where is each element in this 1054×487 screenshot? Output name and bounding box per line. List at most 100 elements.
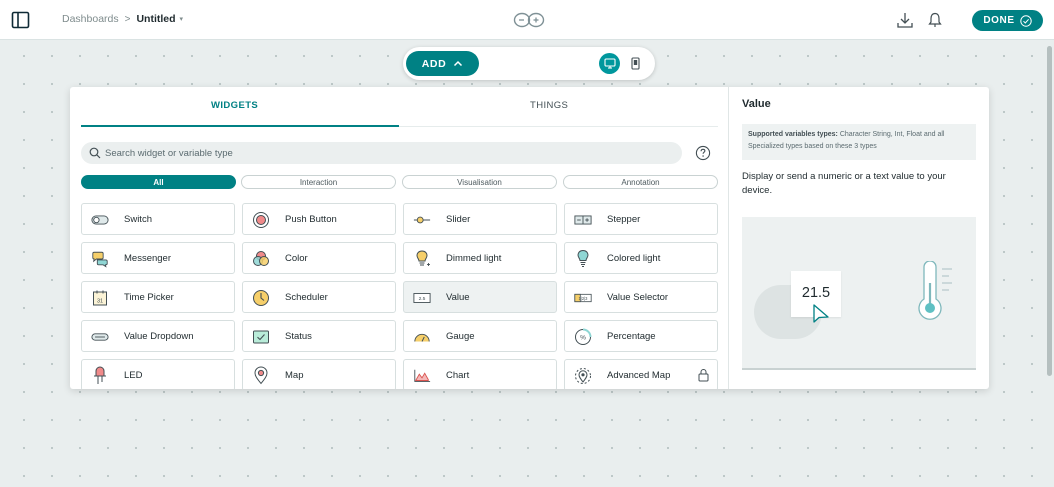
widget-card-value[interactable]: 2.5 Value	[403, 281, 557, 313]
scrollbar-thumb[interactable]	[1047, 46, 1052, 376]
check-circle-icon	[1019, 14, 1032, 27]
widget-label: Slider	[446, 214, 471, 225]
tab-things[interactable]: THINGS	[530, 100, 568, 111]
done-button[interactable]: DONE	[972, 10, 1043, 31]
widget-label: Gauge	[446, 331, 475, 342]
download-icon[interactable]	[896, 11, 914, 29]
filter-interaction[interactable]: Interaction	[241, 175, 396, 189]
widget-label: LED	[124, 370, 143, 381]
widget-card-messenger[interactable]: Messenger	[81, 242, 235, 274]
widget-card-dimmed-light[interactable]: Dimmed light	[403, 242, 557, 274]
top-bar: Dashboards > Untitled ▾ DONE	[0, 0, 1054, 40]
status-icon	[252, 328, 270, 345]
detail-description: Display or send a numeric or a text valu…	[742, 171, 946, 196]
widget-label: Status	[285, 331, 312, 342]
time-picker-icon: 31	[91, 289, 109, 306]
widget-card-push-button[interactable]: Push Button	[242, 203, 396, 235]
filter-all[interactable]: All	[81, 175, 236, 189]
widget-card-colored-light[interactable]: Colored light	[564, 242, 718, 274]
notification-bell-icon[interactable]	[926, 11, 944, 29]
desktop-icon	[603, 58, 616, 69]
widget-card-advanced-map[interactable]: Advanced Map	[564, 359, 718, 389]
add-widget-panel: WIDGETS THINGS All Interaction Visualisa…	[70, 87, 989, 389]
active-tab-indicator	[81, 125, 399, 127]
arduino-logo-icon	[513, 12, 545, 28]
widget-card-gauge[interactable]: Gauge	[403, 320, 557, 352]
add-toolbar: ADD	[403, 47, 655, 80]
widget-card-chart[interactable]: Chart	[403, 359, 557, 389]
widget-card-led[interactable]: LED	[81, 359, 235, 389]
desktop-view-toggle[interactable]	[599, 53, 620, 74]
push-button-icon	[252, 211, 270, 228]
canvas-scrollbar[interactable]	[1044, 40, 1054, 487]
mobile-view-toggle[interactable]	[625, 53, 646, 74]
widget-card-switch[interactable]: Switch	[81, 203, 235, 235]
percentage-icon: %	[574, 328, 592, 345]
dimmed-light-icon	[413, 250, 431, 267]
done-label: DONE	[983, 15, 1015, 26]
dashboard-name-dropdown[interactable]: Untitled ▾	[136, 13, 183, 25]
messenger-icon	[91, 250, 109, 268]
breadcrumb-separator: >	[124, 13, 131, 25]
filter-visualisation[interactable]: Visualisation	[402, 175, 557, 189]
widget-card-slider[interactable]: Slider	[403, 203, 557, 235]
widget-browser: WIDGETS THINGS All Interaction Visualisa…	[70, 87, 728, 389]
supported-types-label: Supported variables types:	[748, 131, 838, 138]
help-icon[interactable]	[695, 145, 711, 161]
widget-label: Switch	[124, 214, 152, 225]
dashboard-name: Untitled	[136, 13, 176, 25]
widget-label: Push Button	[285, 214, 337, 225]
switch-icon	[91, 211, 109, 228]
search-input[interactable]	[105, 144, 665, 162]
advanced-map-icon	[574, 367, 592, 384]
led-icon	[91, 366, 109, 384]
percentage-icon-text: %	[580, 334, 586, 341]
widget-card-value-dropdown[interactable]: Value Dropdown	[81, 320, 235, 352]
value-dropdown-icon	[91, 328, 109, 345]
caret-down-icon: ▾	[179, 16, 184, 23]
widget-detail-pane: Value Supported variables types: Charact…	[728, 87, 989, 389]
widget-label: Advanced Map	[607, 370, 671, 381]
widget-card-stepper[interactable]: Stepper	[564, 203, 718, 235]
map-pin-icon	[252, 366, 270, 385]
stepper-icon	[574, 211, 592, 228]
preview-value: 21.5	[801, 285, 831, 301]
value-icon: 2.5	[413, 289, 431, 306]
slider-icon	[413, 211, 431, 228]
add-button[interactable]: ADD	[406, 51, 479, 76]
widget-card-time-picker[interactable]: 31 Time Picker	[81, 281, 235, 313]
value-selector-icon-text: 1|2|3	[579, 295, 589, 300]
thermometer-icon	[918, 261, 952, 320]
cursor-arrow-icon	[813, 304, 829, 323]
widget-card-value-selector[interactable]: 1|2|3 Value Selector	[564, 281, 718, 313]
sidebar-toggle-icon[interactable]	[11, 11, 30, 29]
time-picker-icon-text: 31	[97, 298, 103, 304]
widget-card-map[interactable]: Map	[242, 359, 396, 389]
lock-icon	[698, 369, 709, 382]
breadcrumb: Dashboards > Untitled ▾	[62, 13, 183, 25]
widget-card-status[interactable]: Status	[242, 320, 396, 352]
widget-label: Map	[285, 370, 304, 381]
widget-label: Dimmed light	[446, 253, 502, 264]
widget-label: Chart	[446, 370, 470, 381]
mobile-icon	[631, 57, 640, 70]
widget-label: Color	[285, 253, 308, 264]
widget-card-color[interactable]: Color	[242, 242, 396, 274]
widget-label: Time Picker	[124, 292, 174, 303]
widget-label: Value Dropdown	[124, 331, 194, 342]
search-bar[interactable]	[81, 142, 682, 164]
color-icon	[252, 250, 270, 267]
panel-tabs: WIDGETS THINGS	[81, 87, 718, 127]
widget-label: Scheduler	[285, 292, 328, 303]
supported-types-box: Supported variables types: Character Str…	[742, 124, 976, 160]
tab-widgets[interactable]: WIDGETS	[211, 100, 258, 111]
chart-icon	[413, 367, 431, 384]
value-icon-text: 2.5	[419, 296, 426, 302]
widget-card-scheduler[interactable]: Scheduler	[242, 281, 396, 313]
breadcrumb-dashboards-link[interactable]: Dashboards	[62, 13, 119, 25]
widget-preview-illustration: 21.5	[742, 217, 976, 370]
widget-label: Percentage	[607, 331, 656, 342]
filter-annotation[interactable]: Annotation	[563, 175, 718, 189]
widget-label: Value	[446, 292, 470, 303]
widget-card-percentage[interactable]: % Percentage	[564, 320, 718, 352]
